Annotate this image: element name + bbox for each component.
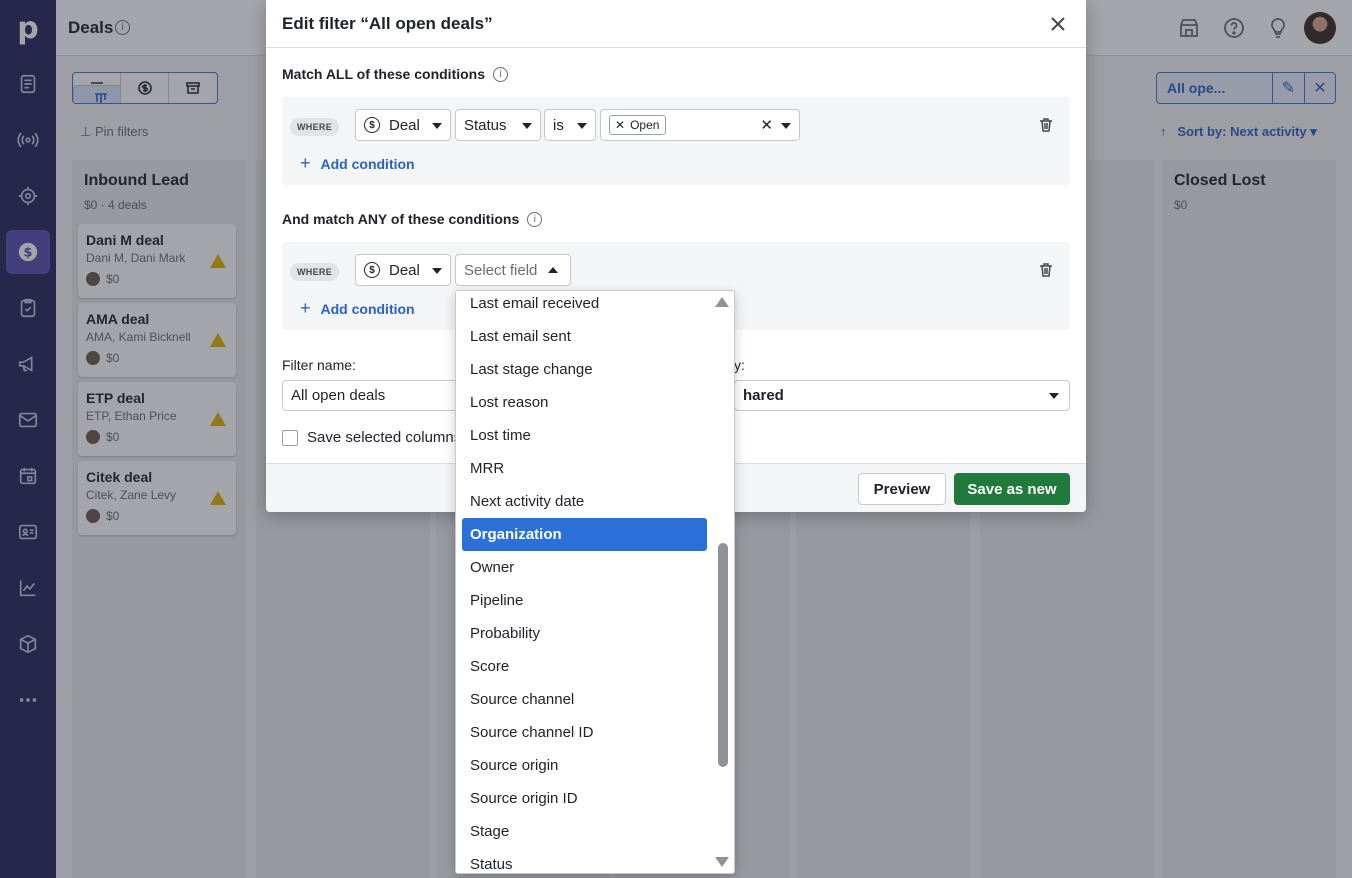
field-select[interactable]: Select field — [455, 254, 571, 286]
chevron-down-icon — [1049, 393, 1059, 399]
value-tag-label: Open — [630, 118, 660, 132]
save-columns-option[interactable]: Save selected columns — [282, 429, 461, 446]
field-option[interactable]: Source origin — [462, 749, 707, 782]
value-select[interactable]: ✕ Open ✕ — [600, 109, 800, 141]
scroll-up-icon[interactable] — [715, 297, 729, 307]
visibility-value: hared — [743, 387, 784, 404]
visibility-label: y: — [734, 357, 745, 373]
chevron-down-icon — [522, 123, 532, 129]
add-condition-button[interactable]: + Add condition — [300, 298, 415, 319]
chevron-up-icon — [548, 267, 558, 273]
match-all-condition-group: WHERE $ Deal Status is ✕ Open ✕ + Add co… — [282, 97, 1070, 185]
save-as-new-button[interactable]: Save as new — [954, 473, 1070, 505]
field-option[interactable]: Last email received — [462, 291, 707, 320]
save-columns-checkbox[interactable] — [282, 429, 298, 446]
field-placeholder: Select field — [464, 261, 538, 279]
chevron-down-icon — [432, 123, 442, 129]
remove-tag-icon[interactable]: ✕ — [615, 118, 625, 132]
entity-value: Deal — [389, 116, 420, 134]
info-icon[interactable]: i — [527, 211, 543, 227]
field-option[interactable]: Next activity date — [462, 485, 707, 518]
value-tag: ✕ Open — [609, 115, 667, 135]
chevron-down-icon — [432, 268, 442, 274]
plus-icon: + — [300, 153, 311, 173]
scrollbar-thumb[interactable] — [718, 543, 728, 767]
trash-icon[interactable] — [1038, 262, 1054, 278]
field-option[interactable]: Organization — [462, 518, 707, 551]
scroll-down-icon[interactable] — [715, 857, 729, 867]
operator-value: is — [553, 116, 564, 134]
match-all-heading: Match ALL of these conditions i — [282, 66, 509, 82]
chevron-down-icon — [781, 123, 791, 129]
add-condition-label: Add condition — [320, 300, 415, 317]
field-option[interactable]: Stage — [462, 815, 707, 848]
where-badge: WHERE — [290, 118, 339, 136]
where-badge: WHERE — [290, 263, 339, 281]
field-option[interactable]: Source origin ID — [462, 782, 707, 815]
field-dropdown[interactable]: Last email received Last email sent Last s… — [455, 290, 735, 874]
field-option[interactable]: Lost time — [462, 419, 707, 452]
field-option[interactable]: Last email sent — [462, 320, 707, 353]
info-icon[interactable]: i — [493, 66, 509, 82]
deal-icon: $ — [364, 262, 380, 278]
entity-select[interactable]: $ Deal — [355, 109, 451, 141]
deal-icon: $ — [364, 117, 380, 133]
add-condition-button[interactable]: + Add condition — [300, 153, 415, 174]
field-option[interactable]: Score — [462, 650, 707, 683]
field-option[interactable]: Owner — [462, 551, 707, 584]
field-option[interactable]: Source channel ID — [462, 716, 707, 749]
field-option[interactable]: Last stage change — [462, 353, 707, 386]
filter-name-input[interactable]: All open deals — [282, 380, 482, 411]
entity-select[interactable]: $ Deal — [355, 254, 451, 286]
clear-value-icon[interactable]: ✕ — [760, 116, 773, 134]
filter-name-label: Filter name: — [282, 357, 356, 373]
add-condition-label: Add condition — [320, 155, 415, 172]
field-option[interactable]: Status — [462, 848, 707, 873]
chevron-down-icon — [577, 123, 587, 129]
entity-value: Deal — [389, 261, 420, 279]
dropdown-scrollbar[interactable] — [710, 291, 734, 873]
preview-button[interactable]: Preview — [858, 473, 946, 505]
operator-select[interactable]: is — [544, 109, 596, 141]
field-select[interactable]: Status — [455, 109, 541, 141]
trash-icon[interactable] — [1038, 117, 1054, 133]
match-any-heading: And match ANY of these conditions i — [282, 211, 543, 227]
visibility-select[interactable]: hared — [734, 380, 1070, 411]
close-icon[interactable] — [1048, 14, 1068, 34]
field-option[interactable]: Source channel — [462, 683, 707, 716]
field-option[interactable]: MRR — [462, 452, 707, 485]
field-option[interactable]: Probability — [462, 617, 707, 650]
match-all-title: Match ALL of these conditions — [282, 66, 486, 82]
field-options-list: Last email received Last email sent Last s… — [462, 291, 707, 873]
modal-title: Edit filter “All open deals” — [266, 0, 1086, 48]
field-option[interactable]: Lost reason — [462, 386, 707, 419]
field-value: Status — [464, 116, 507, 134]
match-any-title: And match ANY of these conditions — [282, 211, 520, 227]
save-columns-label: Save selected columns — [307, 429, 462, 446]
plus-icon: + — [300, 298, 311, 318]
field-option[interactable]: Pipeline — [462, 584, 707, 617]
